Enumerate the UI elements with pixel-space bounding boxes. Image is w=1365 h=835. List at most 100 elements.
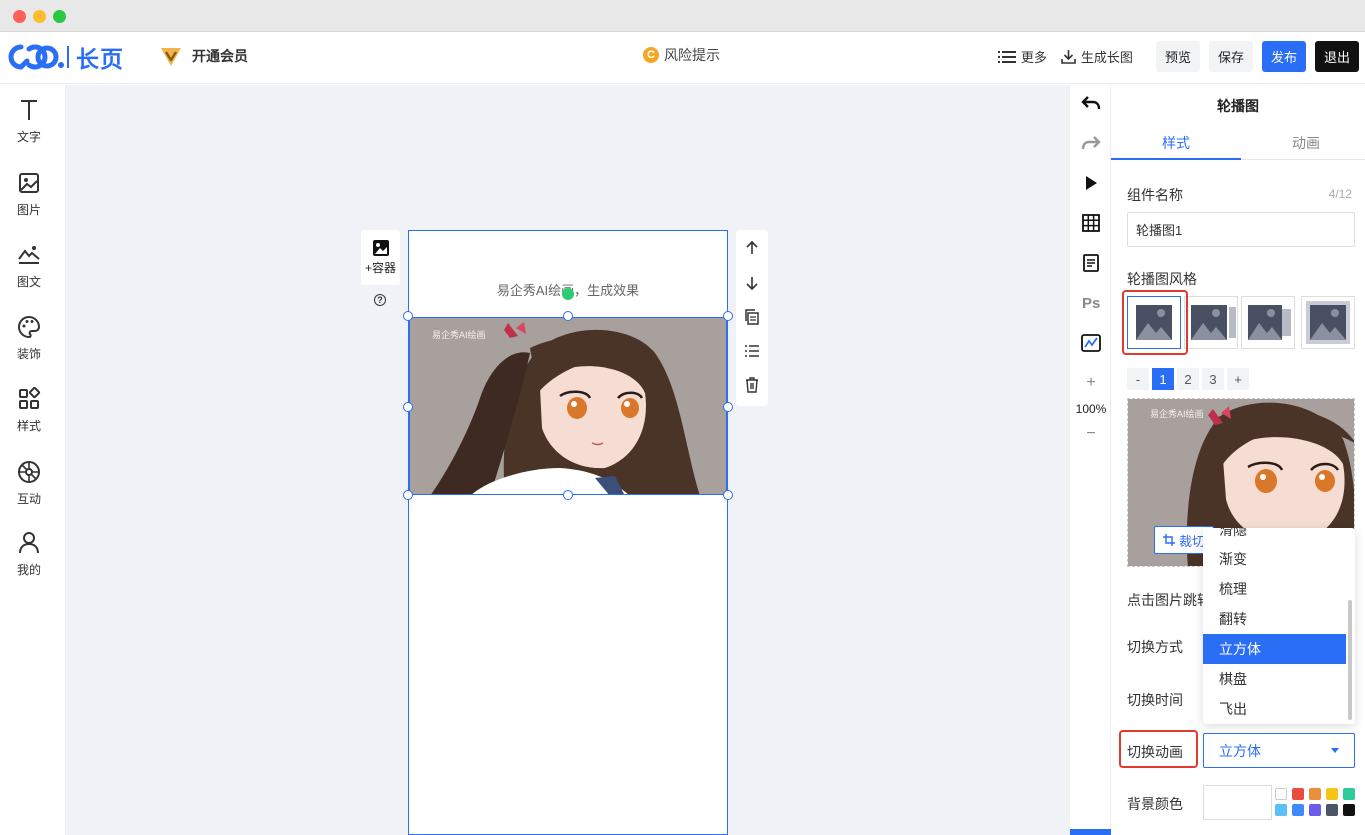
sidebar-item-image-text[interactable]: 图文 <box>0 243 58 290</box>
more-label: 更多 <box>1020 50 1047 65</box>
redo-icon[interactable] <box>1081 133 1101 153</box>
app-logo[interactable]: 长页 <box>7 42 124 72</box>
delete-icon[interactable] <box>744 377 760 393</box>
ps-icon[interactable]: Ps <box>1081 292 1101 312</box>
add-container-label: +容器 <box>364 261 396 275</box>
close-window-button[interactable] <box>13 10 26 23</box>
zoom-window-button[interactable] <box>53 10 66 23</box>
image-text-icon <box>18 246 40 264</box>
header-actions: 更多 生成长图 预览 保存 发布 退出 <box>997 41 1359 72</box>
grid-icon[interactable] <box>1081 213 1101 233</box>
publish-button[interactable]: 发布 <box>1261 41 1306 72</box>
add-container-button[interactable]: +容器 <box>361 230 400 285</box>
data-chart-icon[interactable] <box>1081 333 1101 353</box>
switch-time-label: 切换时间 <box>1127 692 1183 708</box>
menu-list-icon <box>997 50 1016 63</box>
dropdown-option-partial[interactable]: 滑隐 <box>1203 528 1346 545</box>
interaction-icon <box>18 461 40 483</box>
color-swatch-red[interactable] <box>1292 788 1304 800</box>
component-name-label: 组件名称 <box>1127 187 1183 203</box>
help-icon[interactable]: ? <box>374 294 386 306</box>
vip-link[interactable]: 开通会员 <box>158 44 248 68</box>
exit-button[interactable]: 退出 <box>1314 41 1359 72</box>
carousel-style-peek-icon <box>1191 305 1236 340</box>
move-up-icon[interactable] <box>744 240 760 256</box>
carousel-component[interactable]: 易企秀AI绘画 <box>409 317 727 495</box>
window-titlebar <box>0 0 1365 32</box>
bg-color-picker[interactable] <box>1203 785 1272 820</box>
sidebar-item-styles[interactable]: 样式 <box>0 387 58 434</box>
sidebar-item-text[interactable]: 文字 <box>0 98 58 145</box>
color-swatch-orange[interactable] <box>1309 788 1321 800</box>
resize-handle-bottom[interactable] <box>563 490 573 500</box>
dropdown-option[interactable]: 渐变 <box>1203 544 1346 574</box>
chevron-down-icon <box>1331 748 1339 753</box>
resize-handle-top-right[interactable] <box>723 311 733 321</box>
color-swatch-green[interactable] <box>1343 788 1355 800</box>
more-button[interactable]: 更多 <box>997 47 1047 66</box>
tab-style[interactable]: 样式 <box>1111 133 1241 153</box>
image-page-2[interactable]: 2 <box>1177 368 1199 390</box>
component-name-counter: 4/12 <box>1328 187 1352 201</box>
sidebar-item-label: 文字 <box>16 130 41 144</box>
dropdown-option[interactable]: 翻转 <box>1203 604 1346 634</box>
play-icon[interactable] <box>1081 173 1101 193</box>
add-image-button[interactable]: + <box>1227 368 1249 390</box>
dropdown-option[interactable]: 飞出 <box>1203 694 1346 724</box>
move-down-icon[interactable] <box>744 275 760 291</box>
resize-handle-left[interactable] <box>403 402 413 412</box>
resize-handle-top[interactable] <box>563 311 573 321</box>
tab-animation[interactable]: 动画 <box>1241 133 1365 153</box>
risk-warning-label: 风险提示 <box>664 47 720 63</box>
dropdown-option[interactable]: 梳理 <box>1203 574 1346 604</box>
preview-button[interactable]: 预览 <box>1155 41 1200 72</box>
carousel-style-option-3[interactable] <box>1241 296 1295 349</box>
remove-image-button[interactable]: - <box>1127 368 1149 390</box>
sidebar-item-image[interactable]: 图片 <box>0 171 58 218</box>
zoom-out-button[interactable]: − <box>1070 425 1112 443</box>
generate-long-image-button[interactable]: 生成长图 <box>1061 47 1133 66</box>
color-presets <box>1275 788 1365 816</box>
color-swatch-yellow[interactable] <box>1326 788 1338 800</box>
zoom-in-button[interactable]: + <box>1070 374 1112 392</box>
undo-icon[interactable] <box>1081 93 1101 113</box>
editor-canvas[interactable]: +容器 ? 易企秀AI绘画，生成效果 <box>66 85 1069 835</box>
list-icon[interactable] <box>744 343 760 359</box>
carousel-style-option-4[interactable] <box>1301 296 1355 349</box>
crop-icon <box>1163 534 1175 546</box>
image-page-1[interactable]: 1 <box>1152 368 1174 390</box>
sidebar-item-label: 图文 <box>16 275 41 289</box>
color-swatch-black[interactable] <box>1343 804 1355 816</box>
copy-icon[interactable] <box>744 309 760 325</box>
resize-handle-right[interactable] <box>723 402 733 412</box>
resize-handle-top-left[interactable] <box>403 311 413 321</box>
resize-handle-bottom-right[interactable] <box>723 490 733 500</box>
color-swatch-gray[interactable] <box>1326 804 1338 816</box>
panel-tabs: 样式 动画 <box>1111 127 1365 160</box>
rotate-handle[interactable] <box>562 288 574 300</box>
image-page-3[interactable]: 3 <box>1202 368 1224 390</box>
sidebar-item-label: 互动 <box>16 492 41 506</box>
carousel-style-option-2[interactable] <box>1184 296 1238 349</box>
switch-animation-select[interactable]: 立方体 <box>1203 733 1355 768</box>
dropdown-option-selected[interactable]: 立方体 <box>1203 634 1346 664</box>
sidebar-item-interaction[interactable]: 互动 <box>0 460 58 507</box>
image-pager: - 1 2 3 + <box>1127 368 1249 390</box>
minimize-window-button[interactable] <box>33 10 46 23</box>
crop-label: 裁切 <box>1179 533 1206 549</box>
dropdown-option[interactable]: 棋盘 <box>1203 664 1346 694</box>
risk-warning-link[interactable]: C 风险提示 <box>643 45 720 65</box>
dropdown-scrollbar[interactable] <box>1348 600 1352 720</box>
save-button[interactable]: 保存 <box>1208 41 1253 72</box>
color-swatch-purple[interactable] <box>1309 804 1321 816</box>
color-swatch-light-blue[interactable] <box>1275 804 1287 816</box>
sidebar-item-decoration[interactable]: 装饰 <box>0 315 58 362</box>
color-swatch-blue[interactable] <box>1292 804 1304 816</box>
resize-handle-bottom-left[interactable] <box>403 490 413 500</box>
page-settings-icon[interactable] <box>1081 253 1101 273</box>
sidebar-item-mine[interactable]: 我的 <box>0 531 58 578</box>
component-name-input[interactable] <box>1127 212 1355 247</box>
color-swatch-white[interactable] <box>1275 788 1287 800</box>
left-sidebar: 文字 图片 图文 装饰 样式 互动 我的 <box>0 85 66 835</box>
tool-column-indicator <box>1070 829 1112 835</box>
